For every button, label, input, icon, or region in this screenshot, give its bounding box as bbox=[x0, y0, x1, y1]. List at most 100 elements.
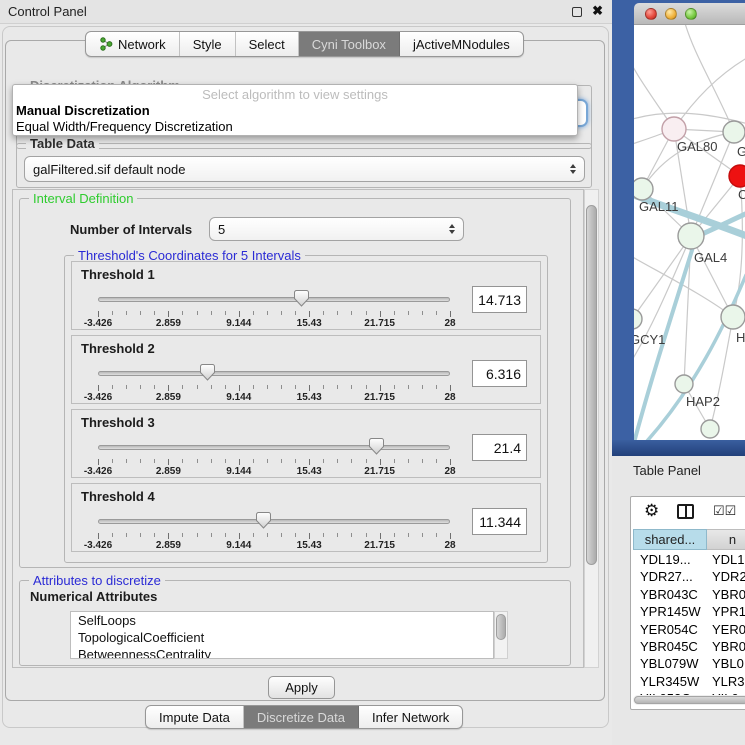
interval-definition-group: Interval Definition Number of Intervals … bbox=[19, 198, 571, 568]
table-row[interactable]: YBR043CYBR0 bbox=[633, 586, 745, 603]
attributes-scrollbar-thumb[interactable] bbox=[496, 614, 506, 640]
float-window-icon[interactable] bbox=[572, 7, 582, 17]
slider-tick bbox=[267, 311, 268, 315]
slider-tick bbox=[211, 459, 212, 463]
network-edge bbox=[674, 55, 745, 129]
slider-track[interactable] bbox=[98, 445, 450, 450]
minimize-traffic-light-icon[interactable] bbox=[665, 8, 677, 20]
attributes-scrollbar[interactable] bbox=[494, 611, 508, 659]
tab-cyni-toolbox[interactable]: Cyni Toolbox bbox=[299, 32, 400, 56]
threshold-value-input[interactable] bbox=[472, 434, 527, 461]
apply-button[interactable]: Apply bbox=[268, 676, 335, 699]
table-row[interactable]: YBL079WYBL0 bbox=[633, 655, 745, 672]
tab-network[interactable]: Network bbox=[86, 32, 180, 56]
bottom-tab-discretize-data[interactable]: Discretize Data bbox=[244, 706, 359, 728]
network-node[interactable] bbox=[634, 178, 653, 200]
table-horizontal-scrollbar[interactable] bbox=[633, 695, 745, 705]
table-row[interactable]: YPR145WYPR1 bbox=[633, 603, 745, 620]
slider-track[interactable] bbox=[98, 297, 450, 302]
algorithm-popup-options: Manual DiscretizationEqual Width/Frequen… bbox=[13, 103, 577, 135]
bottom-tab-infer-network[interactable]: Infer Network bbox=[359, 706, 462, 728]
network-node[interactable] bbox=[723, 121, 745, 143]
attribute-list-item[interactable]: TopologicalCoefficient bbox=[71, 629, 493, 646]
column-header-name[interactable]: n bbox=[707, 529, 745, 550]
tab-select[interactable]: Select bbox=[236, 32, 299, 56]
network-node-label: GCY1 bbox=[634, 332, 665, 347]
slider-thumb[interactable] bbox=[200, 364, 215, 381]
table-cell-name: YDL1 bbox=[712, 551, 745, 568]
slider-tick bbox=[380, 533, 381, 539]
network-node[interactable] bbox=[721, 305, 745, 329]
network-node[interactable] bbox=[675, 375, 693, 393]
slider-tick bbox=[182, 533, 183, 537]
table-row[interactable]: YLR345WYLR3 bbox=[633, 673, 745, 690]
slider-tick bbox=[253, 459, 254, 463]
algorithm-option[interactable]: Equal Width/Frequency Discretization bbox=[13, 119, 577, 135]
network-node[interactable] bbox=[662, 117, 686, 141]
close-icon[interactable]: ✖ bbox=[592, 3, 603, 19]
table-row[interactable]: YER054CYER0 bbox=[633, 621, 745, 638]
slider-tick-label: 2.859 bbox=[156, 466, 181, 477]
slider-thumb[interactable] bbox=[294, 290, 309, 307]
slider-tick bbox=[225, 311, 226, 315]
slider-tick bbox=[337, 385, 338, 389]
slider-tick bbox=[267, 459, 268, 463]
slider-tick-label: 9.144 bbox=[226, 318, 251, 329]
attribute-list-item[interactable]: SelfLoops bbox=[71, 612, 493, 629]
network-edge bbox=[710, 317, 733, 429]
slider-tick bbox=[225, 459, 226, 463]
slider-tick bbox=[295, 533, 296, 537]
network-node[interactable] bbox=[729, 165, 745, 187]
close-traffic-light-icon[interactable] bbox=[645, 8, 657, 20]
table-row[interactable]: YDL19...YDL1 bbox=[633, 551, 745, 568]
main-scrollbar-thumb[interactable] bbox=[586, 205, 597, 565]
slider-track[interactable] bbox=[98, 519, 450, 524]
threshold-slider[interactable]: -3.4262.8599.14415.4321.71528 bbox=[98, 290, 450, 328]
table-horizontal-scrollbar-thumb[interactable] bbox=[634, 696, 745, 704]
network-canvas[interactable]: GAL80GACGAL11GAL4GCY1HHAP2 bbox=[634, 25, 745, 440]
threshold-slider[interactable]: -3.4262.8599.14415.4321.71528 bbox=[98, 364, 450, 402]
threshold-row: Threshold 3-3.4262.8599.14415.4321.71528 bbox=[71, 409, 541, 478]
slider-tick bbox=[98, 533, 99, 539]
slider-tick bbox=[436, 385, 437, 389]
algorithm-option[interactable]: Manual Discretization bbox=[13, 103, 577, 119]
slider-tick bbox=[323, 459, 324, 463]
zoom-traffic-light-icon[interactable] bbox=[685, 8, 697, 20]
threshold-value-input[interactable] bbox=[472, 508, 527, 535]
slider-thumb[interactable] bbox=[256, 512, 271, 529]
threshold-value-input[interactable] bbox=[472, 286, 527, 313]
slider-tick-label: 9.144 bbox=[226, 540, 251, 551]
threshold-value-input[interactable] bbox=[472, 360, 527, 387]
slider-thumb[interactable] bbox=[369, 438, 384, 455]
number-of-intervals-combobox[interactable]: 5 bbox=[209, 217, 464, 241]
network-node-label: GAL11 bbox=[639, 199, 679, 214]
split-view-icon[interactable] bbox=[677, 504, 694, 519]
slider-tick bbox=[267, 385, 268, 389]
gear-icon[interactable]: ⚙ bbox=[644, 502, 659, 520]
table-cell-shared-name: YER054C bbox=[633, 621, 712, 638]
bottom-tab-impute-data[interactable]: Impute Data bbox=[146, 706, 244, 728]
tab-jactivemnodules[interactable]: jActiveMNodules bbox=[400, 32, 523, 56]
network-node[interactable] bbox=[701, 420, 719, 438]
attribute-list-item[interactable]: BetweennessCentrality bbox=[71, 646, 493, 659]
table-row[interactable]: YBR045CYBR0 bbox=[633, 638, 745, 655]
column-header-shared-name[interactable]: shared... bbox=[633, 529, 707, 550]
threshold-slider[interactable]: -3.4262.8599.14415.4321.71528 bbox=[98, 438, 450, 476]
threshold-slider[interactable]: -3.4262.8599.14415.4321.71528 bbox=[98, 512, 450, 550]
main-scrollbar[interactable] bbox=[584, 189, 599, 668]
network-node[interactable] bbox=[678, 223, 704, 249]
slider-tick bbox=[337, 459, 338, 463]
slider-tick-label: 21.715 bbox=[364, 540, 395, 551]
threshold-label: Threshold 4 bbox=[81, 489, 155, 504]
attributes-group-title: Attributes to discretize bbox=[29, 573, 165, 588]
slider-tick bbox=[394, 311, 395, 315]
table-row[interactable]: YDR27...YDR2 bbox=[633, 568, 745, 585]
network-window-titlebar[interactable] bbox=[634, 3, 745, 25]
tab-style[interactable]: Style bbox=[180, 32, 236, 56]
table-data-combobox[interactable]: galFiltered.sif default node bbox=[24, 156, 585, 182]
table-data-selected-value: galFiltered.sif default node bbox=[33, 162, 570, 177]
network-node[interactable] bbox=[634, 309, 642, 329]
slider-tick-label: 21.715 bbox=[364, 318, 395, 329]
slider-track[interactable] bbox=[98, 371, 450, 376]
checkbox-icons[interactable]: ☑☑ bbox=[713, 503, 736, 519]
